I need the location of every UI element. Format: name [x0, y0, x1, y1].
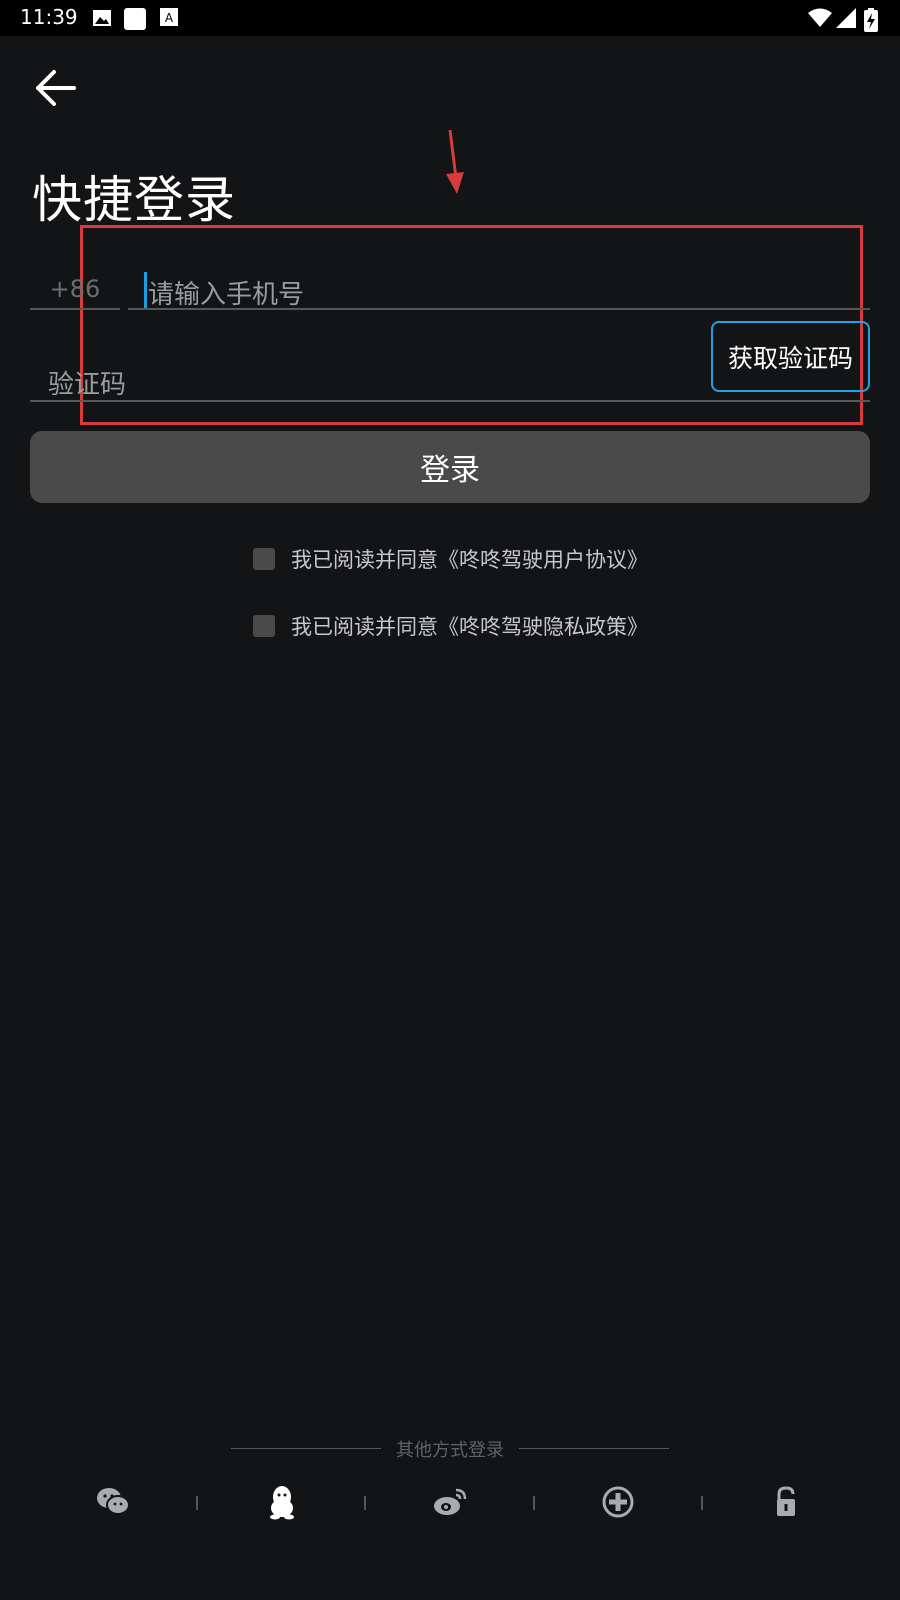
code-placeholder: 验证码 — [48, 370, 127, 400]
white-square-icon — [124, 8, 146, 30]
image-icon — [93, 10, 111, 26]
back-arrow-icon[interactable] — [34, 66, 78, 110]
separator — [533, 1496, 535, 1510]
phone-placeholder: 请输入手机号 — [148, 280, 305, 310]
wifi-icon — [808, 8, 832, 27]
agreement-text[interactable]: 我已阅读并同意《咚咚驾驶隐私政策》 — [291, 611, 648, 641]
agreement-checkbox[interactable] — [253, 548, 275, 570]
svg-text:A: A — [165, 11, 174, 25]
qq-icon[interactable] — [264, 1484, 300, 1520]
battery-charging-icon — [864, 8, 878, 32]
annotation-arrow-icon — [446, 129, 464, 194]
text-icon: A — [160, 8, 178, 26]
status-time: 11:39 — [20, 5, 78, 29]
add-icon[interactable] — [600, 1484, 636, 1520]
social-login-row — [0, 1480, 900, 1524]
agreement-row-user[interactable]: 我已阅读并同意《咚咚驾驶用户协议》 — [253, 544, 648, 574]
agreement-checkbox[interactable] — [253, 615, 275, 637]
agreement-row-privacy[interactable]: 我已阅读并同意《咚咚驾驶隐私政策》 — [253, 611, 648, 641]
signal-icon — [836, 8, 856, 28]
phone-input[interactable]: 请输入手机号 — [128, 270, 870, 310]
divider-line — [519, 1448, 669, 1449]
separator — [196, 1496, 198, 1510]
status-bar: 11:39 A — [0, 0, 900, 36]
weibo-icon[interactable] — [432, 1484, 468, 1520]
page-title: 快捷登录 — [32, 171, 236, 229]
wechat-icon[interactable] — [95, 1484, 131, 1520]
agreement-text[interactable]: 我已阅读并同意《咚咚驾驶用户协议》 — [291, 544, 648, 574]
lock-icon[interactable] — [768, 1484, 804, 1520]
separator — [701, 1496, 703, 1510]
text-cursor — [144, 272, 147, 308]
country-code[interactable]: +86 — [30, 270, 120, 310]
get-code-button[interactable]: 获取验证码 — [711, 321, 870, 392]
other-login-label: 其他方式登录 — [396, 1440, 504, 1461]
other-login-divider: 其他方式登录 — [0, 1436, 900, 1466]
login-button[interactable]: 登录 — [30, 431, 870, 503]
separator — [364, 1496, 366, 1510]
